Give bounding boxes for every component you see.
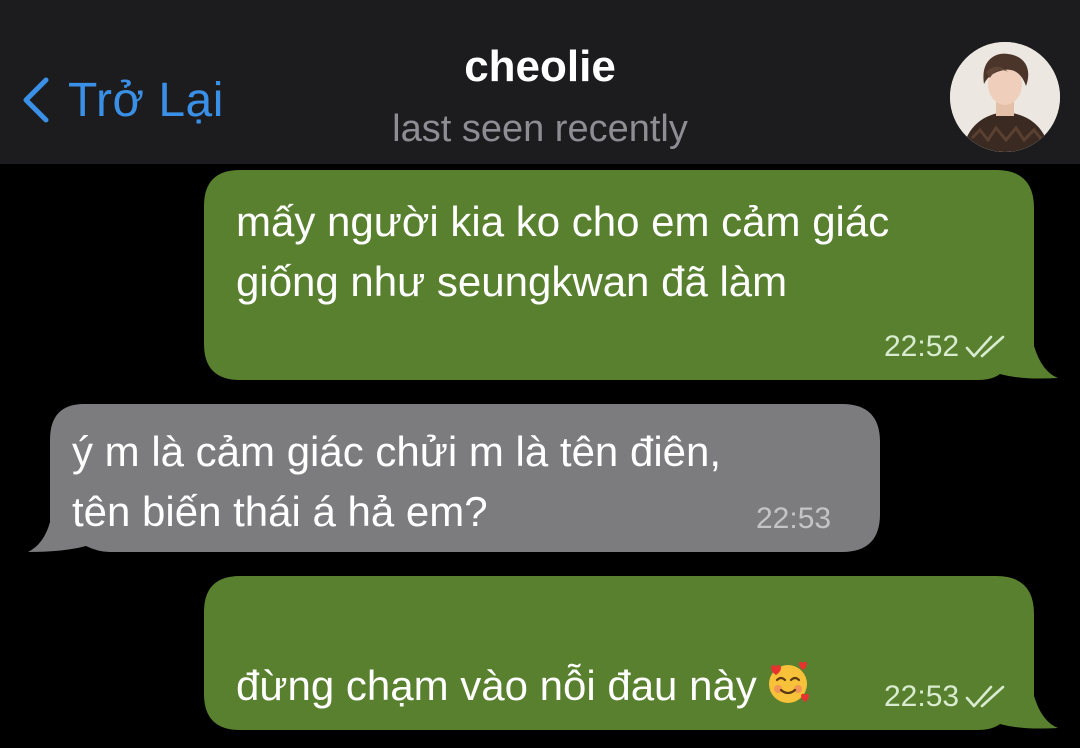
double-check-icon (965, 335, 1005, 358)
double-check-icon (965, 685, 1005, 708)
message-meta: 22:53 (756, 502, 831, 536)
chat-title[interactable]: cheolie (0, 42, 1080, 92)
message-text: ý m là cảm giác chửi m là tên điên, tên … (72, 428, 722, 535)
avatar[interactable] (950, 42, 1060, 152)
message-text-content: đừng chạm vào nỗi đau này (236, 662, 757, 709)
message-incoming-1[interactable]: ý m là cảm giác chửi m là tên điên, tên … (24, 402, 890, 558)
timestamp: 22:53 (884, 680, 960, 713)
smiling-face-with-hearts-icon (768, 661, 809, 703)
last-seen-status: last seen recently (392, 108, 688, 150)
timestamp: 22:52 (884, 330, 960, 363)
message-text: mấy người kia ko cho em cảm giác giống n… (236, 198, 890, 305)
chat-header: Trở Lại cheolie last seen recently (0, 0, 1080, 164)
timestamp: 22:53 (756, 502, 832, 535)
message-meta: 22:52 (884, 330, 1011, 364)
message-text: đừng chạm vào nỗi đau này (236, 596, 811, 716)
message-outgoing-2[interactable]: đừng chạm vào nỗi đau này 22:53 (196, 574, 1060, 734)
message-outgoing-1[interactable]: mấy người kia ko cho em cảm giác giống n… (196, 168, 1060, 384)
message-meta: 22:53 (884, 680, 1011, 714)
